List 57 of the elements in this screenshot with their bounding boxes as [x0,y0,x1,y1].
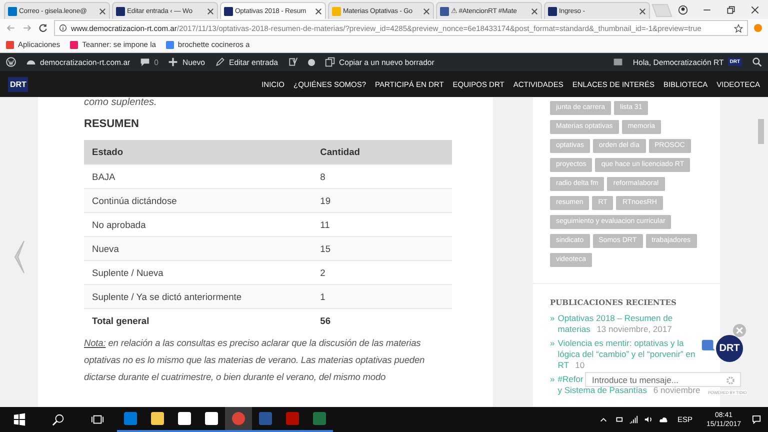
search-icon[interactable] [752,57,762,67]
site-icon [332,6,341,16]
site-icon [548,6,557,16]
bullet-mark: » [550,374,555,385]
table-cell: Suplente / Ya se dictó anteriormente [84,284,312,308]
post-date: 13 noviembre, 2017 [596,324,672,334]
close-icon[interactable] [639,8,646,14]
close-icon[interactable] [423,8,430,14]
chevron-up-icon[interactable] [599,415,608,424]
chat-message-field[interactable]: Introduce tu mensaje... [585,372,741,387]
plus-icon [168,57,178,67]
site-icon [440,6,449,16]
column-header: Estado [84,140,312,164]
bookmark-icon [166,40,174,48]
table-cell: 15 [312,236,452,260]
user-icon[interactable] [678,4,688,14]
table-cell: 56 [312,308,452,332]
status-dot-icon [308,58,315,66]
table-cell: Continúa dictándose [84,188,312,212]
restore-icon[interactable] [726,4,736,14]
star-icon[interactable] [734,24,743,32]
site-icon [224,6,233,16]
note-paragraph: Nota: en relación a las consultas es preciso aclarar que la discusión de las materias optativas no es lo mismo que las materias de verano. Las materias optativas pueden dictarse durante el cuatrimestre, o bien durante el verano, del mismo modo [84,336,426,384]
bullet-mark: » [550,313,555,324]
comment-icon [140,57,150,67]
table-cell: 1 [312,284,452,308]
scrollbar-thumb[interactable] [758,119,764,144]
table-cell: Nueva [84,236,312,260]
pencil-icon [215,57,226,67]
close-icon[interactable] [207,8,214,14]
table-cell: 19 [312,188,452,212]
cloud-icon[interactable] [659,415,668,424]
close-icon[interactable] [315,8,322,14]
post-date: 6 noviembre [653,385,700,395]
volume-icon[interactable] [644,415,654,424]
site-logo[interactable]: DRT [8,76,28,92]
bullet-mark: » [550,338,555,349]
bookmark-icon [6,40,14,48]
chat-bubble-icon[interactable] [701,339,715,353]
site-icon [8,6,17,16]
article-text: como suplentes. [84,97,158,109]
bookmark-icon [70,40,78,48]
table-cell: Total general [84,308,312,332]
column-header: Cantidad [312,140,452,164]
post-date: 10 [575,360,585,370]
copy-icon [325,57,335,67]
section-heading: RESUMEN [84,118,140,130]
reload-icon[interactable] [38,23,48,33]
close-icon[interactable] [531,8,538,14]
close-icon[interactable] [99,8,106,14]
close-icon[interactable] [750,4,760,14]
info-icon [59,24,67,32]
chat-avatar[interactable]: DRT [716,335,743,362]
battery-icon[interactable] [614,415,624,424]
wordpress-logo-icon[interactable] [6,57,16,67]
site-icon [116,6,125,16]
wifi-icon[interactable] [629,415,638,424]
